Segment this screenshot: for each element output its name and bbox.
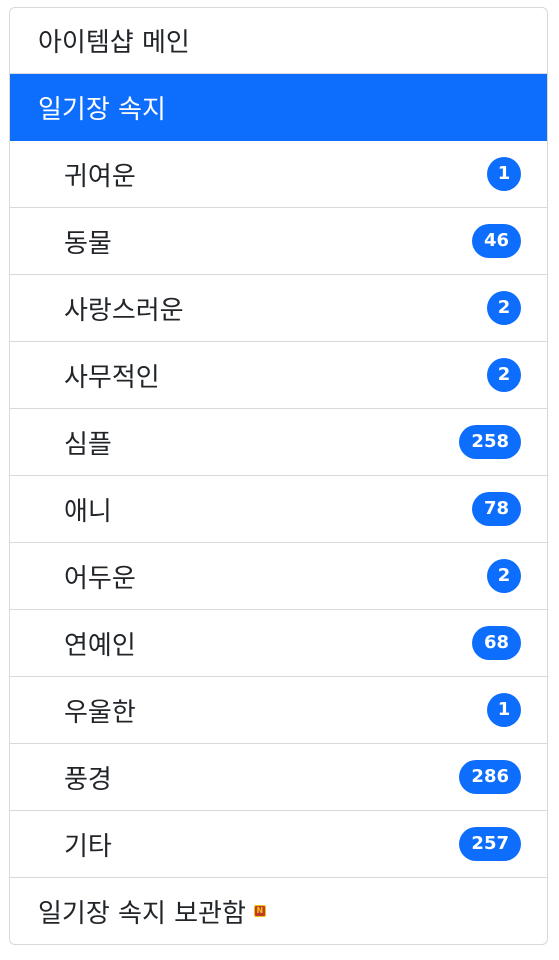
category-label: 연예인 (64, 630, 136, 661)
count-badge: 78 (471, 492, 521, 526)
category-item-business[interactable]: 사무적인 2 (10, 342, 547, 409)
count-badge: 2 (487, 559, 521, 593)
category-item-cute[interactable]: 귀여운 1 (10, 141, 547, 208)
category-label: 풍경 (64, 764, 112, 795)
count-badge: 286 (459, 760, 521, 794)
count-badge: 46 (471, 224, 521, 258)
category-item-etc[interactable]: 기타 257 (10, 811, 547, 878)
category-label: 애니 (64, 496, 112, 527)
count-badge: 68 (471, 626, 521, 660)
category-label: 동물 (64, 228, 112, 259)
new-icon: N (253, 905, 266, 917)
category-item-landscape[interactable]: 풍경 286 (10, 744, 547, 811)
category-label: 사랑스러운 (64, 295, 184, 326)
count-badge: 2 (487, 291, 521, 325)
category-label: 기타 (64, 831, 112, 862)
category-label: 우울한 (64, 697, 136, 728)
item-shop-menu: 아이템샵 메인 일기장 속지 귀여운 1 동물 46 사랑스러운 2 사무적인 … (9, 7, 548, 945)
category-item-dark[interactable]: 어두운 2 (10, 543, 547, 610)
category-label: 귀여운 (64, 161, 136, 192)
diary-paper-archive-link[interactable]: 일기장 속지 보관함 N (10, 878, 547, 944)
count-badge: 2 (487, 358, 521, 392)
diary-paper-section-label: 일기장 속지 (38, 94, 166, 125)
category-item-celebrity[interactable]: 연예인 68 (10, 610, 547, 677)
category-item-animal[interactable]: 동물 46 (10, 208, 547, 275)
item-shop-main-link[interactable]: 아이템샵 메인 (10, 8, 547, 74)
category-item-gloomy[interactable]: 우울한 1 (10, 677, 547, 744)
category-label: 사무적인 (64, 362, 160, 393)
count-badge: 1 (487, 693, 521, 727)
diary-paper-archive-label: 일기장 속지 보관함 (38, 898, 246, 929)
category-label: 어두운 (64, 563, 136, 594)
item-shop-main-label: 아이템샵 메인 (38, 28, 190, 58)
category-item-simple[interactable]: 심플 258 (10, 409, 547, 476)
count-badge: 1 (487, 157, 521, 191)
count-badge: 258 (459, 425, 521, 459)
count-badge: 257 (459, 827, 521, 861)
category-item-lovely[interactable]: 사랑스러운 2 (10, 275, 547, 342)
diary-paper-section-link[interactable]: 일기장 속지 (10, 74, 547, 141)
category-item-anime[interactable]: 애니 78 (10, 476, 547, 543)
category-label: 심플 (64, 429, 112, 460)
